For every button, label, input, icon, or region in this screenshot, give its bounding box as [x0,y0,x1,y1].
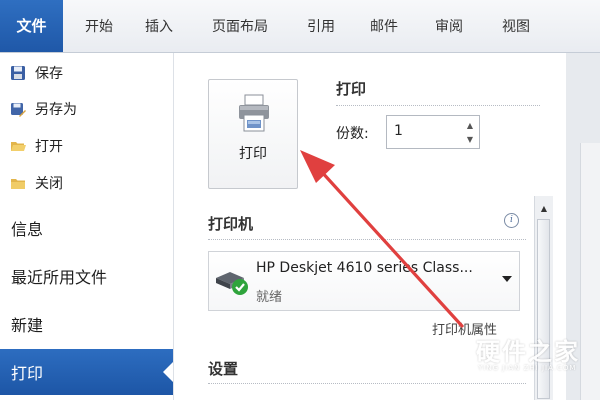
selection-notch [163,362,173,382]
tab-home[interactable]: 开始 [70,0,128,52]
chevron-down-icon [502,276,512,282]
info-icon[interactable]: i [504,213,519,228]
open-label: 打开 [35,139,63,155]
save-as-label: 另存为 [35,102,77,118]
save-command[interactable]: 保存 [0,56,173,90]
print-section-title: 打印 [336,80,367,98]
printer-section-title: 打印机 [208,215,254,233]
watermark-text: 硬件之家 [476,338,580,366]
spin-down-icon[interactable]: ▼ [464,132,476,146]
watermark-logo-icon [430,334,470,380]
tab-page-layout[interactable]: 页面布局 [198,0,282,52]
watermark-subtext: YING JIAN ZHI JIA.COM [478,364,577,372]
printer-status-icon [214,266,250,300]
save-label: 保存 [35,66,63,82]
scroll-up-icon[interactable]: ▲ [538,202,550,214]
tab-references[interactable]: 引用 [292,0,350,52]
printer-status: 就绪 [256,290,283,305]
copies-value: 1 [394,123,403,139]
open-folder-icon [10,138,26,154]
spin-up-icon[interactable]: ▲ [464,118,476,132]
tab-view[interactable]: 视图 [487,0,545,52]
watermark: 硬件之家 YING JIAN ZHI JIA.COM [430,330,600,400]
copies-stepper[interactable]: 1 ▲ ▼ [386,115,480,149]
print-button[interactable]: 打印 [208,79,298,189]
close-label: 关闭 [35,176,63,192]
save-icon [10,65,26,81]
tab-file[interactable]: 文件 [0,0,63,52]
copies-label: 份数: [336,126,369,142]
printer-icon [237,93,271,137]
close-command[interactable]: 关闭 [0,166,173,200]
tab-insert[interactable]: 插入 [130,0,188,52]
save-as-icon [10,101,26,117]
nav-new[interactable]: 新建 [0,301,173,347]
ribbon-tab-bar: 文件 开始 插入 页面布局 引用 邮件 审阅 视图 [0,0,600,53]
section-divider [208,239,526,240]
nav-print-label: 打印 [11,364,44,383]
print-button-label: 打印 [239,146,267,162]
tab-review[interactable]: 审阅 [420,0,478,52]
section-divider [336,105,540,106]
close-folder-icon [10,175,26,191]
printer-dropdown[interactable]: HP Deskjet 4610 series Class... 就绪 [208,251,520,311]
tab-mailings[interactable]: 邮件 [355,0,413,52]
settings-section-title: 设置 [208,360,239,378]
printer-name: HP Deskjet 4610 series Class... [256,260,473,276]
nav-info[interactable]: 信息 [0,205,173,251]
save-as-command[interactable]: 另存为 [0,92,173,126]
backstage-nav: 保存 另存为 打开 关闭 信息 最近所用文件 新建 打印 [0,53,174,400]
nav-recent[interactable]: 最近所用文件 [0,253,173,299]
open-command[interactable]: 打开 [0,129,173,163]
nav-print[interactable]: 打印 [0,349,173,395]
